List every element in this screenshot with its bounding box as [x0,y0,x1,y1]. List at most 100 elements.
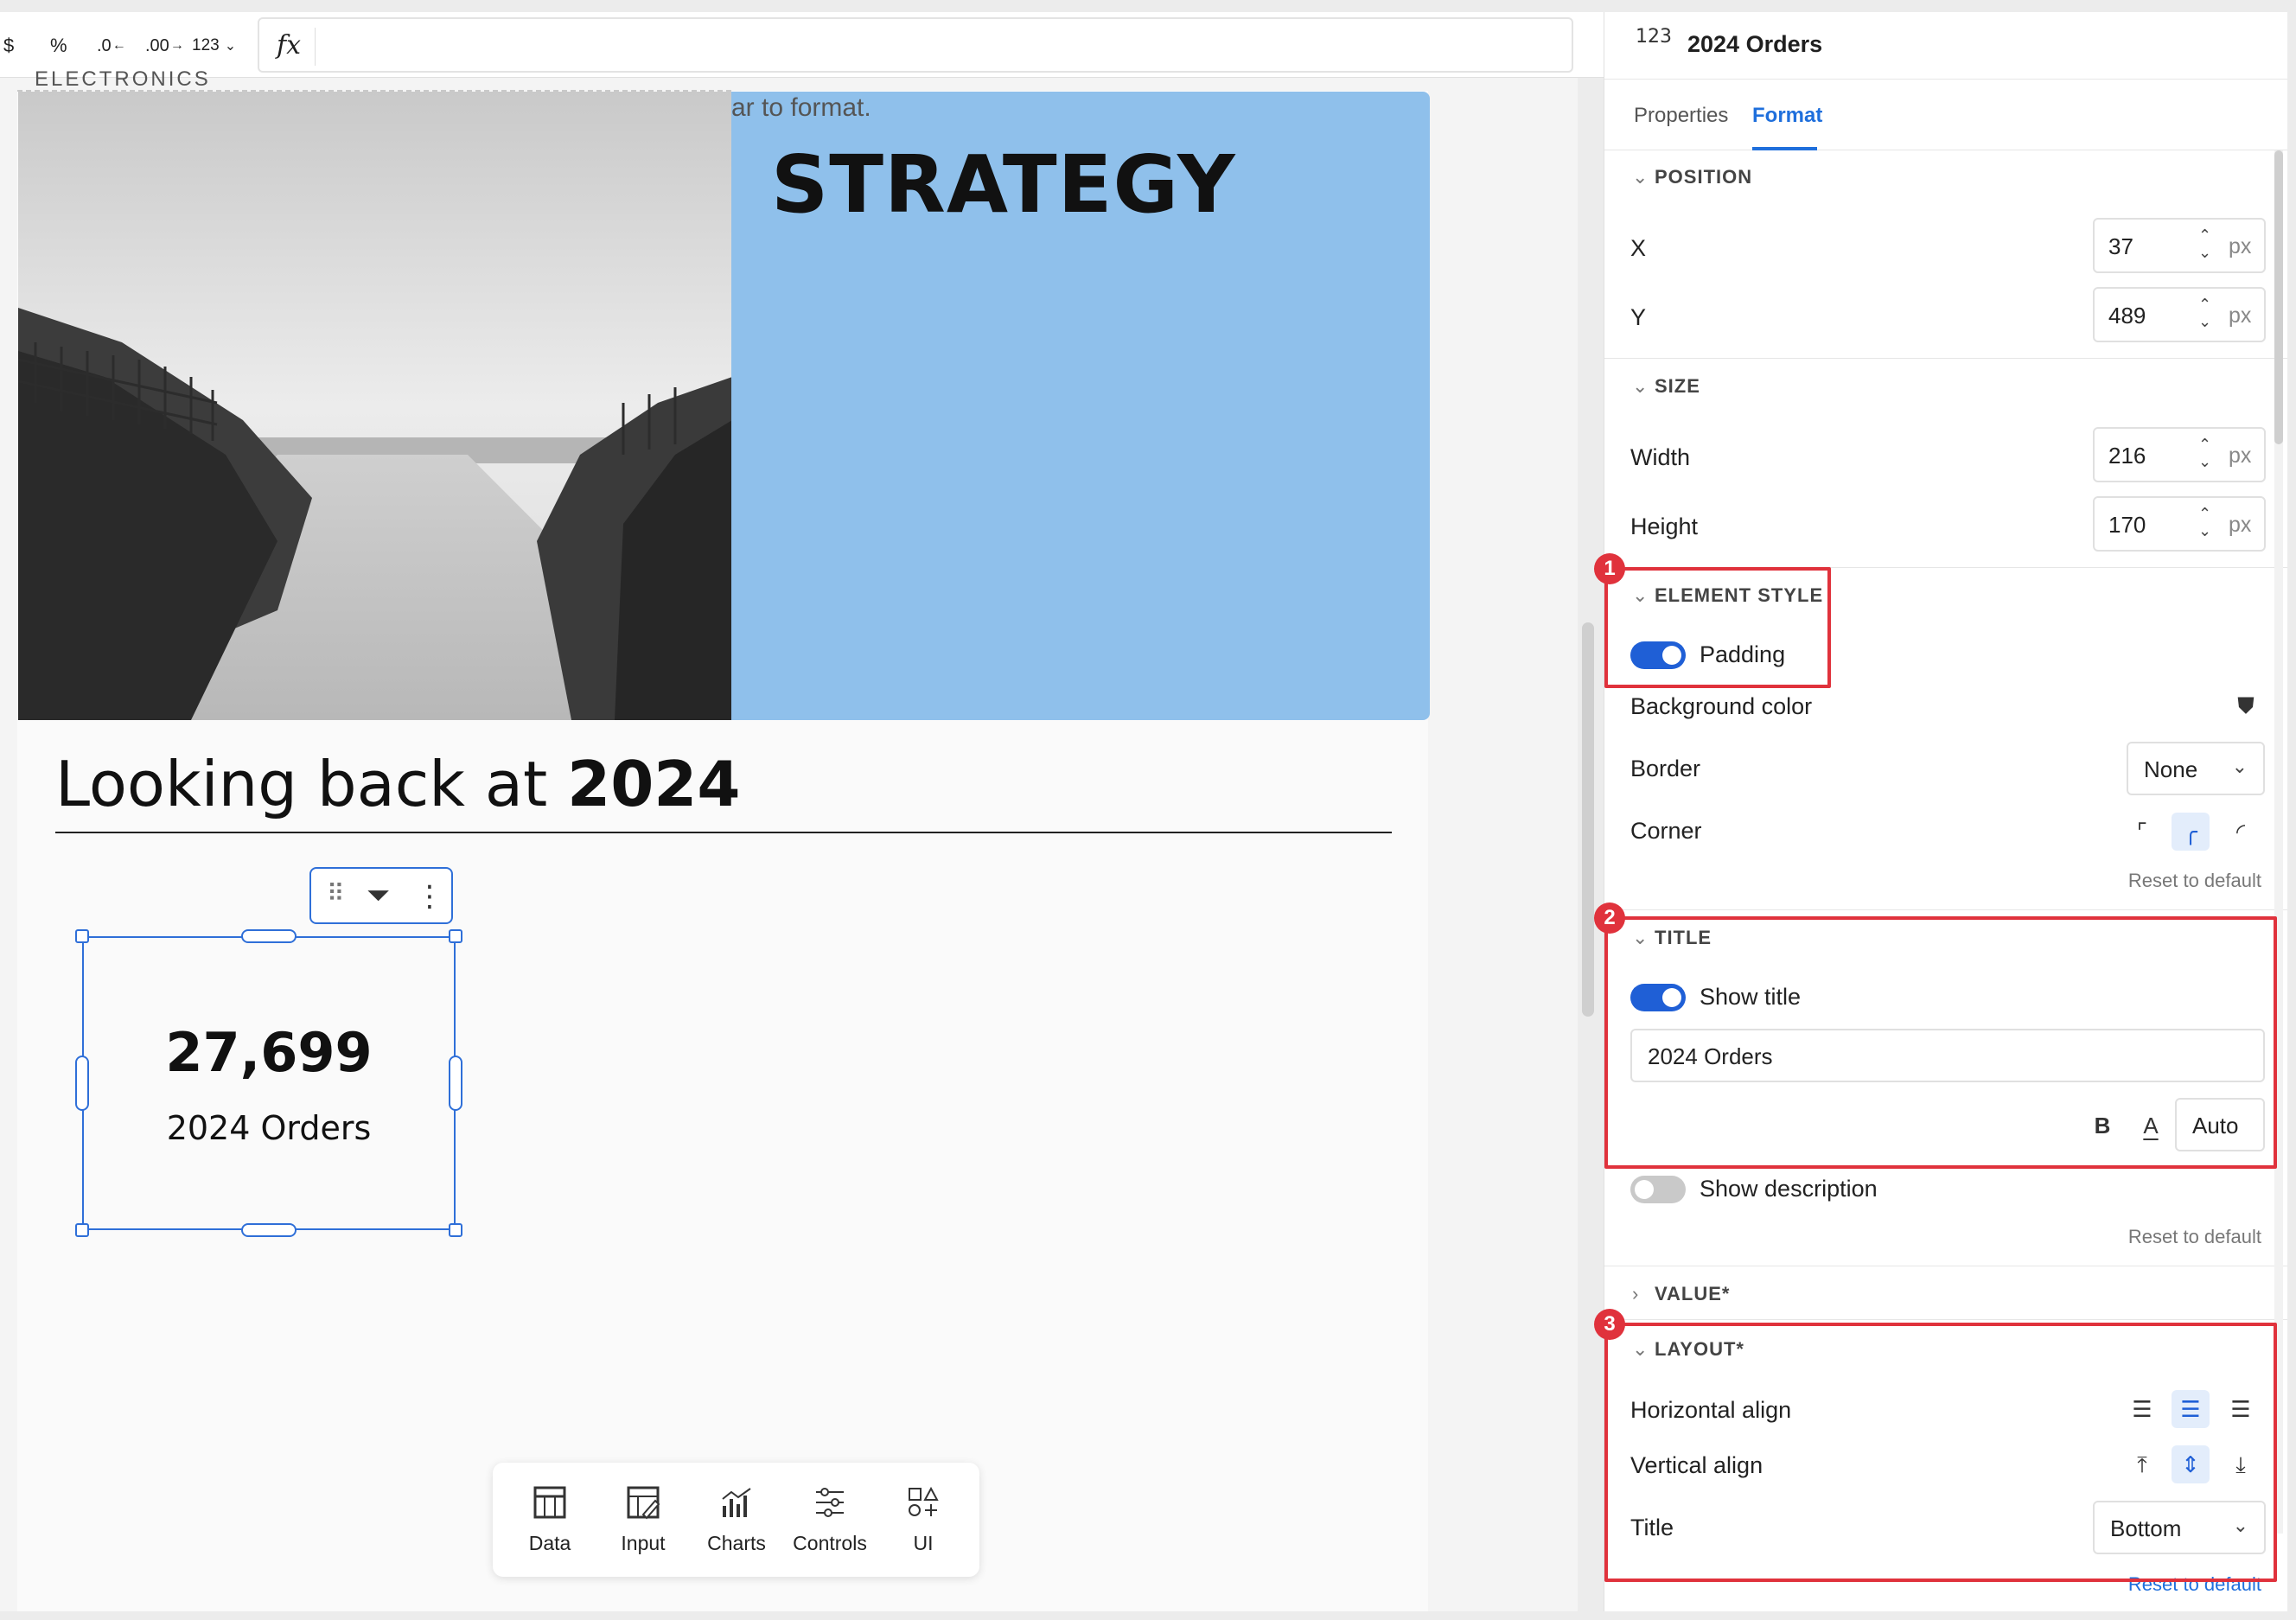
resize-handle-right[interactable] [449,1056,462,1111]
arrow-right-icon: → [169,38,184,53]
width-input[interactable]: 216 ⌃ ⌄ px [2093,427,2266,482]
format-toolbar: $ % .0 ← .00 → 123 ⌄ fx [0,12,1604,78]
formula-divider [315,28,316,66]
border-select[interactable]: None ⌄ [2127,742,2265,795]
decrease-decimals-button[interactable]: .0 ← [97,31,126,61]
x-label: X [1630,235,1647,261]
beach-path-image[interactable] [18,92,732,720]
resize-handle-top-left[interactable] [75,929,89,943]
dock-item-ui[interactable]: UI [880,1485,966,1555]
kpi-element-icon: 123 [1636,26,1672,48]
properties-panel: 123 2024 Orders Properties Format ⌄ POSIT… [1594,12,2287,1611]
canvas-scrollbar[interactable] [1582,622,1594,1017]
stepper-icon[interactable]: ⌃ ⌄ [2198,226,2211,261]
table-icon [507,1485,593,1523]
chevron-down-icon: ⌄ [1632,166,1649,188]
formula-icon: fx [277,30,302,61]
panel-tabs: Properties Format [1604,80,2287,150]
dock-item-charts[interactable]: Charts [693,1485,780,1555]
panel-scrollbar-thumb[interactable] [2274,150,2283,444]
tab-format[interactable]: Format [1752,104,1822,128]
banner-title: STRATEGY [771,138,1236,231]
stepper-icon[interactable]: ⌃ ⌄ [2198,296,2211,330]
section-position[interactable]: ⌄ POSITION [1632,166,1752,188]
show-description-label: Show description [1700,1176,1878,1202]
reset-element-style[interactable]: Reset to default [2128,870,2261,892]
stepper-icon[interactable]: ⌃ ⌄ [2198,436,2211,470]
page-heading[interactable]: Looking back at 2024 [55,748,741,820]
corner-label: Corner [1630,818,1702,844]
section-divider [1604,358,2287,359]
height-label: Height [1630,513,1699,539]
percent-format-button[interactable]: % [50,31,67,61]
resize-handle-left[interactable] [75,1056,89,1111]
heading-text: Looking back at [55,748,568,820]
dock-label-data: Data [528,1532,571,1554]
ui-elements-icon [880,1485,966,1523]
drag-handle-icon[interactable]: ⠿ [327,879,345,908]
corner-round-icon[interactable]: ◜ [2222,813,2260,851]
section-size[interactable]: ⌄ SIZE [1632,375,1700,398]
increase-decimals-button[interactable]: .00 → [145,31,184,61]
strategy-banner[interactable]: STRATEGY [731,92,1430,720]
corner-square-icon[interactable]: ⌜ [2123,813,2161,851]
paint-bucket-icon[interactable]: ⛊ [2227,686,2265,724]
callout-box-title [1604,916,2277,1169]
resize-handle-top-right[interactable] [449,929,462,943]
border-label: Border [1630,756,1701,781]
resize-handle-top[interactable] [241,929,297,943]
element-name: 2024 Orders [1687,31,1823,57]
app-window: $ % .0 ← .00 → 123 ⌄ fx ELECTRONICS STRA… [0,0,2296,1620]
chevron-down-icon: ⌄ [2231,756,2248,777]
dock-item-input[interactable]: Input [600,1485,686,1555]
x-input[interactable]: 37 ⌃ ⌄ px [2093,218,2266,273]
resize-handle-bottom-left[interactable] [75,1223,89,1237]
dock-label-ui: UI [913,1532,934,1554]
chevron-down-icon: ⌄ [224,39,237,54]
formula-bar[interactable]: fx [258,17,1573,73]
callout-box-layout [1604,1323,2277,1582]
background-color-label: Background color [1630,693,1813,719]
add-element-dock: Data Input Charts Controls UI [493,1463,979,1577]
resize-handle-bottom[interactable] [241,1223,297,1237]
resize-handle-bottom-right[interactable] [449,1223,462,1237]
section-value[interactable]: › VALUE* [1632,1283,1731,1305]
dock-label-controls: Controls [793,1532,867,1554]
callout-badge-1: 1 [1594,553,1625,584]
section-label: ELECTRONICS [35,67,211,86]
panel-header: 123 2024 Orders [1604,12,2287,80]
input-icon [600,1485,686,1523]
y-input[interactable]: 489 ⌃ ⌄ px [2093,287,2266,342]
element-toolbar: ⠿ ⏷ ⋮ [309,867,453,924]
more-options-icon[interactable]: ⋮ [415,879,444,914]
heading-divider [55,832,1392,833]
dock-label-charts: Charts [707,1532,766,1554]
corner-rounded-icon[interactable]: ╭ [2172,813,2210,851]
chevron-right-icon: › [1632,1283,1640,1304]
dock-item-controls[interactable]: Controls [787,1485,873,1555]
charts-icon [693,1485,780,1523]
kpi-value: 27,699 [165,1021,373,1084]
show-description-toggle[interactable] [1630,1176,1686,1203]
currency-format-button[interactable]: $ [3,31,14,61]
width-label: Width [1630,444,1691,470]
dock-label-input: Input [621,1532,666,1554]
dock-item-data[interactable]: Data [507,1485,593,1555]
reset-title[interactable]: Reset to default [2128,1226,2261,1248]
callout-badge-3: 3 [1594,1309,1625,1340]
stepper-icon[interactable]: ⌃ ⌄ [2198,505,2211,539]
number-format-dropdown[interactable]: 123 ⌄ [192,31,236,61]
section-divider [1604,909,2287,910]
beach-photo-graphic [18,92,732,720]
heading-year: 2024 [567,748,741,820]
kpi-title: 2024 Orders [166,1109,372,1147]
tab-properties[interactable]: Properties [1634,104,1728,128]
kpi-element[interactable]: 27,699 2024 Orders [82,936,456,1230]
arrow-left-icon: ← [112,38,126,53]
section-divider [1604,1319,2287,1320]
height-input[interactable]: 170 ⌃ ⌄ px [2093,496,2266,552]
callout-badge-2: 2 [1594,902,1625,934]
corner-options: ⌜ ╭ ◜ [2123,813,2270,851]
filter-icon[interactable]: ⏷ [367,879,390,913]
chevron-down-icon: ⌄ [1632,375,1649,397]
